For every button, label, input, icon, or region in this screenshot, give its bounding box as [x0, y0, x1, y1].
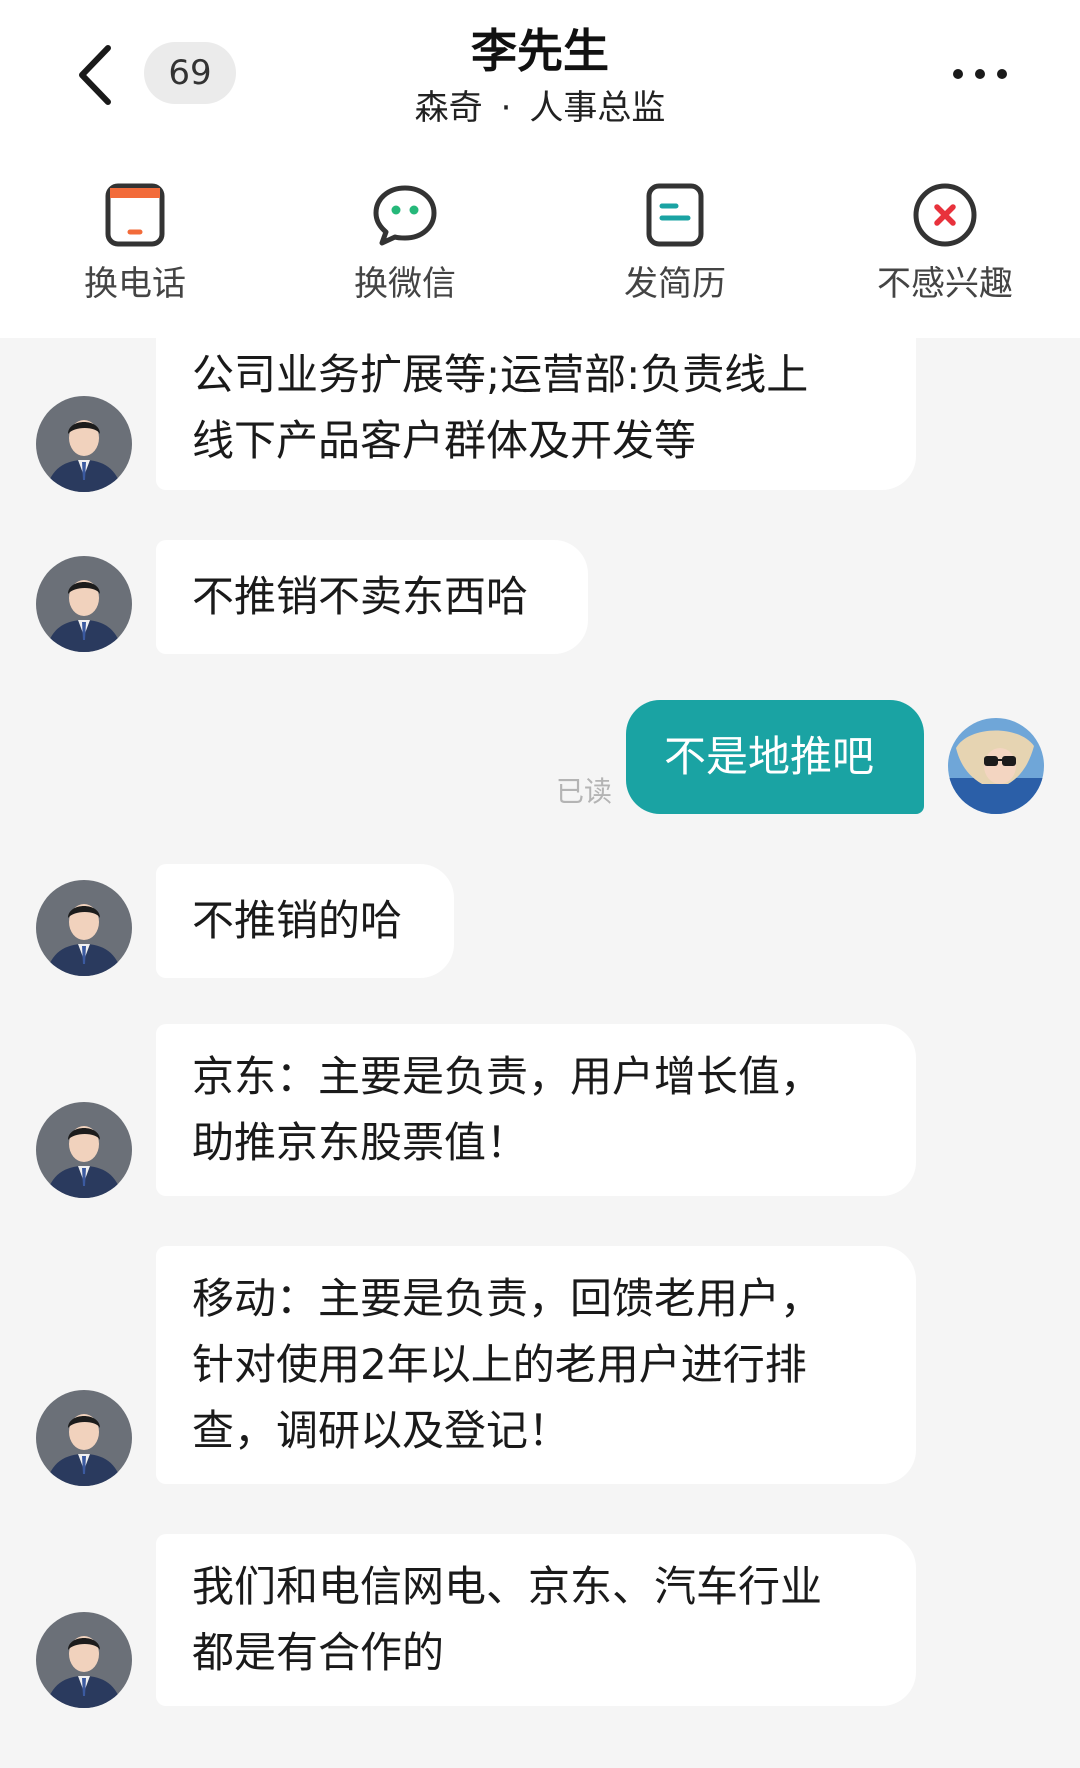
swap-wechat-action[interactable]: 换微信 — [270, 176, 540, 316]
message-text-line: 都是有合作的 — [192, 1628, 445, 1677]
more-dots-icon — [953, 69, 1007, 79]
not-interested-action[interactable]: 不感兴趣 — [810, 176, 1080, 316]
recruiter-avatar[interactable] — [36, 1390, 132, 1486]
message-text-line: 不推销不卖东西哈 — [192, 572, 529, 621]
message-text-line: 查，调研以及登记！ — [192, 1406, 571, 1455]
message-bubble[interactable]: 京东：主要是负责，用户增长值， 助推京东股票值！ — [156, 1024, 916, 1196]
message-bubble[interactable]: 移动：主要是负责，回馈老用户， 针对使用2年以上的老用户进行排 查，调研以及登记… — [156, 1246, 916, 1484]
contact-name: 李先生 — [471, 24, 609, 78]
message-text-line: 针对使用2年以上的老用户进行排 — [192, 1340, 807, 1389]
message-text-line: 公司业务扩展等;运营部:负责线上 — [192, 350, 809, 399]
message-bubble[interactable]: 不推销的哈 — [156, 864, 454, 978]
read-status: 已读 — [556, 775, 613, 808]
message-list[interactable]: 公司业务扩展等;运营部:负责线上 线下产品客户群体及开发等 不推销不卖东西哈 已… — [0, 338, 1080, 1768]
quick-actions-bar: 换电话 换微信 发简历 不感兴趣 — [0, 176, 1080, 316]
job-title: 人事总监 — [529, 88, 666, 128]
swap-phone-action[interactable]: 换电话 — [0, 176, 270, 316]
recruiter-avatar[interactable] — [36, 396, 132, 492]
message-text-line: 线下产品客户群体及开发等 — [192, 416, 697, 465]
not-interested-label: 不感兴趣 — [877, 264, 1013, 304]
message-text-line: 京东：主要是负责，用户增长值， — [192, 1052, 823, 1101]
wechat-icon — [373, 185, 437, 246]
message-text-line: 我们和电信网电、京东、汽车行业 — [192, 1562, 823, 1611]
more-options-button[interactable] — [950, 54, 1010, 94]
message-bubble[interactable]: 不推销不卖东西哈 — [156, 540, 588, 654]
message-text-line: 助推京东股票值！ — [192, 1118, 529, 1167]
contact-subtitle: 森奇 · 人事总监 — [290, 86, 790, 130]
send-resume-action[interactable]: 发简历 — [540, 176, 810, 316]
recruiter-avatar[interactable] — [36, 1612, 132, 1708]
subtitle-separator: · — [500, 88, 512, 128]
chevron-left-icon — [79, 45, 111, 105]
resume-icon — [646, 183, 704, 247]
message-bubble[interactable]: 我们和电信网电、京东、汽车行业 都是有合作的 — [156, 1534, 916, 1706]
message-bubble[interactable]: 公司业务扩展等;运营部:负责线上 线下产品客户群体及开发等 — [156, 338, 916, 490]
phone-swap-icon — [105, 183, 165, 247]
send-resume-label: 发简历 — [624, 264, 726, 304]
recruiter-avatar[interactable] — [36, 1102, 132, 1198]
back-button[interactable] — [72, 40, 122, 110]
message-text-line: 移动：主要是负责，回馈老用户， — [192, 1274, 823, 1323]
close-circle-icon — [913, 183, 977, 247]
message-text-line: 不推销的哈 — [192, 896, 403, 945]
company-name: 森奇 — [414, 88, 483, 128]
swap-wechat-label: 换微信 — [354, 264, 456, 304]
swap-phone-label: 换电话 — [84, 264, 186, 304]
my-avatar[interactable] — [948, 718, 1044, 814]
message-bubble-outgoing[interactable]: 不是地推吧 — [626, 700, 924, 814]
chat-header: 69 李先生 森奇 · 人事总监 换电话 换微信 发简历 不感兴趣 — [0, 0, 1080, 338]
chat-title: 李先生 森奇 · 人事总监 — [290, 20, 790, 130]
recruiter-avatar[interactable] — [36, 880, 132, 976]
unread-count-badge[interactable]: 69 — [144, 42, 236, 104]
message-text-line: 不是地推吧 — [664, 732, 875, 781]
recruiter-avatar[interactable] — [36, 556, 132, 652]
